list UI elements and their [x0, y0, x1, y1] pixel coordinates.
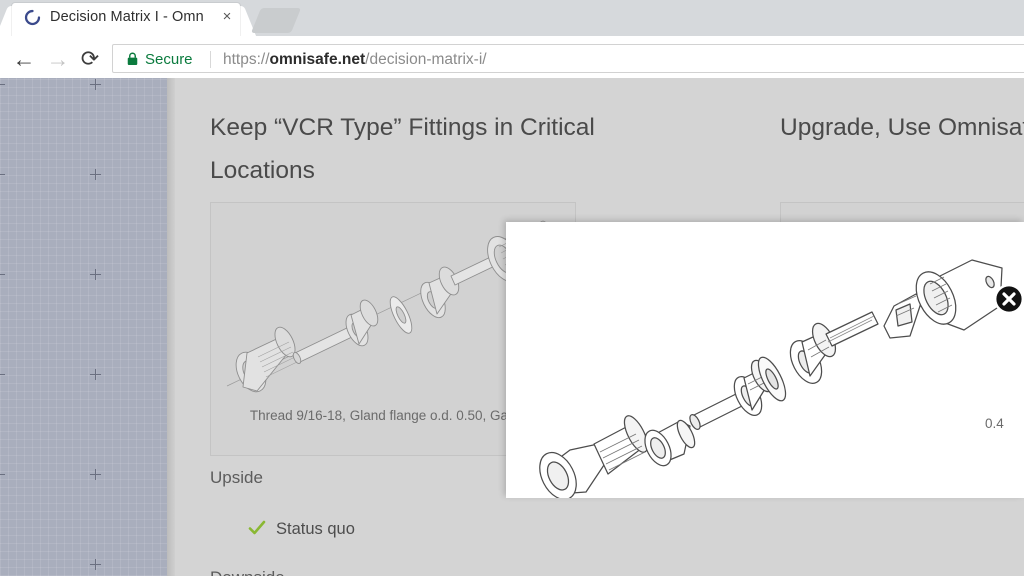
- grid-cross-mark: [90, 269, 101, 280]
- tab-strip: Decision Matrix I - Omn ×: [0, 0, 1024, 36]
- upside-item-status-quo: Status quo: [276, 520, 355, 538]
- section-label-upside: Upside: [210, 468, 263, 487]
- spinner-circle-icon: [24, 9, 41, 26]
- figure-caption-line1: Thread 9/16-18, Gland flange o.d. 0.50, …: [249, 408, 509, 423]
- secure-label: Secure: [145, 51, 193, 68]
- new-tab-button[interactable]: [250, 8, 302, 33]
- grid-cross-mark: [90, 169, 101, 180]
- address-bar[interactable]: Secure https://omnisafe.net/decision-mat…: [112, 44, 1024, 73]
- grid-cross-mark: [90, 559, 101, 570]
- figure-caption-right-fragment: 0.4: [985, 416, 1004, 431]
- close-circle-icon[interactable]: [991, 281, 1024, 317]
- forward-button[interactable]: →: [44, 45, 72, 73]
- reload-button[interactable]: ⟳: [76, 45, 104, 73]
- url-scheme: https://: [223, 51, 270, 68]
- column-heading-left: Keep “VCR Type” Fittings in Critical Loc…: [210, 114, 595, 184]
- browser-window: Decision Matrix I - Omn × ← → ⟳ Secure h…: [0, 0, 1024, 576]
- lock-icon: [127, 52, 138, 65]
- column-heading-right: Upgrade, Use Omnisafe Fittings: [780, 114, 1024, 141]
- tab-title: Decision Matrix I - Omn: [50, 9, 204, 25]
- grid-paper-sidebar: [0, 78, 167, 576]
- url-host: omnisafe.net: [269, 51, 366, 68]
- grid-cross-mark: [0, 169, 5, 180]
- url-path: /decision-matrix-i/: [365, 51, 487, 68]
- grid-cross-mark: [0, 369, 5, 380]
- grid-cross-mark: [90, 369, 101, 380]
- grid-cross-mark: [90, 469, 101, 480]
- grid-cross-mark: [90, 79, 101, 90]
- green-check-icon: [248, 520, 266, 535]
- omnibox-divider: [210, 51, 211, 68]
- enlarged-exploded-vcr-fitting-diagram: [539, 259, 1003, 498]
- grid-cross-mark: [0, 79, 5, 90]
- grid-cross-mark: [0, 269, 5, 280]
- url-text: https://omnisafe.net/decision-matrix-i/: [223, 49, 487, 70]
- grid-cross-mark: [0, 469, 5, 480]
- section-label-downside: Downside: [210, 567, 285, 576]
- tab-close-icon[interactable]: ×: [219, 9, 235, 25]
- image-lightbox-overlay[interactable]: [506, 222, 1024, 498]
- panel-edge-shadow: [167, 78, 175, 576]
- back-button[interactable]: ←: [10, 45, 38, 73]
